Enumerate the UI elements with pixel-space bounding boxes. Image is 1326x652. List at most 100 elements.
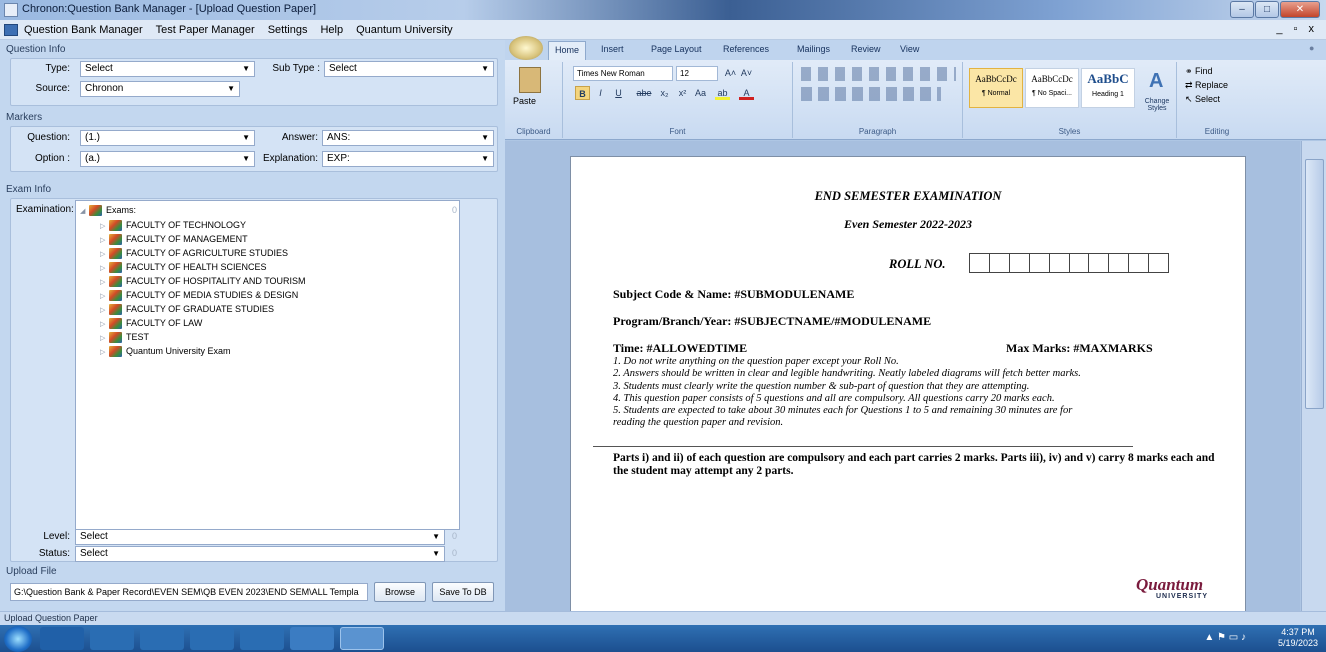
clock[interactable]: 4:37 PM 5/19/2023: [1278, 627, 1318, 649]
tree-item[interactable]: ▷ FACULTY OF MANAGEMENT: [100, 232, 248, 246]
start-button-icon[interactable]: [4, 626, 32, 652]
editing-label: Editing: [1204, 127, 1230, 136]
shrink-font-button[interactable]: A˅: [739, 66, 754, 80]
tab-home[interactable]: Home: [548, 41, 586, 60]
menu-question-bank-manager[interactable]: Question Bank Manager: [24, 24, 143, 36]
tree-item-label: FACULTY OF TECHNOLOGY: [126, 220, 247, 230]
type-label: Type:: [45, 63, 70, 74]
explanation-marker-select[interactable]: EXP: ▼: [322, 151, 494, 167]
strikethrough-button[interactable]: abe: [633, 86, 655, 100]
cursor-icon: ↖: [1185, 94, 1196, 104]
scrollbar-thumb[interactable]: [1305, 159, 1324, 409]
option-marker-value: (a.): [85, 153, 100, 164]
tree-item[interactable]: ▷ FACULTY OF HEALTH SCIENCES: [100, 260, 267, 274]
option-marker-select[interactable]: (a.) ▼: [80, 151, 255, 167]
taskbar-app-icon[interactable]: [40, 627, 84, 650]
paste-button[interactable]: Paste: [513, 96, 536, 106]
vertical-scrollbar[interactable]: [1301, 141, 1326, 611]
underline-button[interactable]: U: [611, 86, 626, 100]
tab-page-layout[interactable]: Page Layout: [651, 44, 702, 54]
select-button[interactable]: ↖ Select: [1185, 94, 1220, 105]
change-styles-button[interactable]: Change Styles: [1141, 98, 1173, 112]
expand-arrow-icon[interactable]: ▷: [100, 346, 109, 360]
change-styles-icon[interactable]: A: [1149, 70, 1163, 93]
tree-root[interactable]: ◢ Exams:: [80, 203, 136, 217]
bold-button[interactable]: B: [575, 86, 590, 100]
style-no-spacing[interactable]: AaBbCcDc ¶ No Spaci...: [1025, 68, 1079, 108]
status-bar: Upload Question Paper: [0, 611, 1326, 625]
menu-help[interactable]: Help: [320, 24, 343, 36]
change-case-button[interactable]: Aa: [693, 86, 708, 100]
alignment-icons[interactable]: [801, 87, 941, 101]
replace-button[interactable]: ⇄ Replace: [1185, 80, 1228, 91]
status-select[interactable]: Select ▼: [75, 546, 445, 562]
document-area[interactable]: END SEMESTER EXAMINATION Even Semester 2…: [505, 141, 1300, 616]
tree-item[interactable]: ▷ FACULTY OF AGRICULTURE STUDIES: [100, 246, 288, 260]
explorer-folder-icon[interactable]: [190, 627, 234, 650]
font-color-button[interactable]: A: [739, 86, 754, 100]
tab-insert[interactable]: Insert: [601, 44, 624, 54]
close-button[interactable]: ✕: [1280, 1, 1320, 18]
tree-item[interactable]: ▷ FACULTY OF GRADUATE STUDIES: [100, 302, 274, 316]
mdi-window-controls[interactable]: _ ▫ x: [1276, 23, 1318, 35]
styles-label: Styles: [1058, 127, 1081, 136]
question-marker-select[interactable]: (1.) ▼: [80, 130, 255, 146]
font-size-select[interactable]: 12: [676, 66, 718, 81]
tab-view[interactable]: View: [900, 44, 919, 54]
file-path-field[interactable]: G:\Question Bank & Paper Record\EVEN SEM…: [10, 583, 368, 601]
grow-font-button[interactable]: A˄: [723, 66, 738, 80]
exam-tree[interactable]: ◢ Exams: ▷ FACULTY OF TECHNOLOGY ▷ FACULTY …: [75, 200, 460, 530]
menu-settings[interactable]: Settings: [268, 24, 308, 36]
replace-label: Replace: [1195, 80, 1229, 90]
document-page[interactable]: END SEMESTER EXAMINATION Even Semester 2…: [570, 156, 1246, 616]
level-select[interactable]: Select ▼: [75, 529, 445, 545]
tab-mailings[interactable]: Mailings: [797, 44, 830, 54]
expanded-arrow-icon[interactable]: ◢: [80, 205, 89, 219]
folder-icon: [109, 332, 122, 344]
tree-item[interactable]: ▷ Quantum University Exam: [100, 344, 231, 358]
clipboard-label: Clipboard: [516, 127, 551, 136]
menu-test-paper-manager[interactable]: Test Paper Manager: [156, 24, 255, 36]
subtype-select[interactable]: Select ▼: [324, 61, 494, 77]
chrome-icon[interactable]: [240, 627, 284, 650]
maximize-button[interactable]: □: [1255, 1, 1279, 18]
mdi-child-icon[interactable]: [4, 23, 18, 36]
folder-icon: [109, 276, 122, 288]
italic-button[interactable]: I: [593, 86, 608, 100]
browse-button[interactable]: Browse: [374, 582, 426, 602]
superscript-button[interactable]: x²: [675, 86, 690, 100]
style-normal[interactable]: AaBbCcDc ¶ Normal: [969, 68, 1023, 108]
tree-item[interactable]: ▷ FACULTY OF TECHNOLOGY: [100, 218, 246, 232]
office-button-icon[interactable]: [509, 36, 543, 60]
save-to-db-button[interactable]: Save To DB: [432, 582, 494, 602]
paste-icon[interactable]: [519, 67, 541, 93]
tree-item[interactable]: ▷ FACULTY OF MEDIA STUDIES & DESIGN: [100, 288, 298, 302]
tree-item-label: FACULTY OF MANAGEMENT: [126, 234, 248, 244]
type-select[interactable]: Select ▼: [80, 61, 255, 77]
left-panel: Question Info Type: Select ▼ Sub Type : S…: [0, 40, 505, 611]
help-icon[interactable]: ●: [1309, 43, 1314, 53]
answer-marker-select[interactable]: ANS: ▼: [322, 130, 494, 146]
source-select[interactable]: Chronon ▼: [80, 81, 240, 97]
instruction-line: 4. This question paper consists of 5 que…: [613, 392, 1055, 404]
ie-browser-icon[interactable]: [90, 627, 134, 650]
highlight-button[interactable]: ab: [715, 86, 730, 100]
subscript-button[interactable]: x₂: [657, 86, 672, 100]
style-heading-1[interactable]: AaBbC Heading 1: [1081, 68, 1135, 108]
tree-item[interactable]: ▷ FACULTY OF LAW: [100, 316, 202, 330]
menu-quantum-university[interactable]: Quantum University: [356, 24, 453, 36]
system-tray-icons[interactable]: ▲ ⚑ ▭ ♪: [1204, 632, 1246, 643]
excel-icon[interactable]: [140, 627, 184, 650]
chrome-profile-icon[interactable]: [290, 627, 334, 650]
find-button[interactable]: ⚭ Find: [1185, 66, 1213, 77]
tab-review[interactable]: Review: [851, 44, 881, 54]
tab-references[interactable]: References: [723, 44, 769, 54]
font-name-select[interactable]: Times New Roman: [573, 66, 673, 81]
minimize-button[interactable]: –: [1230, 1, 1254, 18]
tree-item[interactable]: ▷ FACULTY OF HOSPITALITY AND TOURISM: [100, 274, 306, 288]
list-indent-icons[interactable]: [801, 67, 956, 81]
chronon-app-icon[interactable]: [340, 627, 384, 650]
tree-item[interactable]: ▷ TEST: [100, 330, 149, 344]
chevron-down-icon: ▼: [242, 154, 250, 163]
program-line: Program/Branch/Year: #SUBJECTNAME/#MODUL…: [613, 314, 932, 328]
